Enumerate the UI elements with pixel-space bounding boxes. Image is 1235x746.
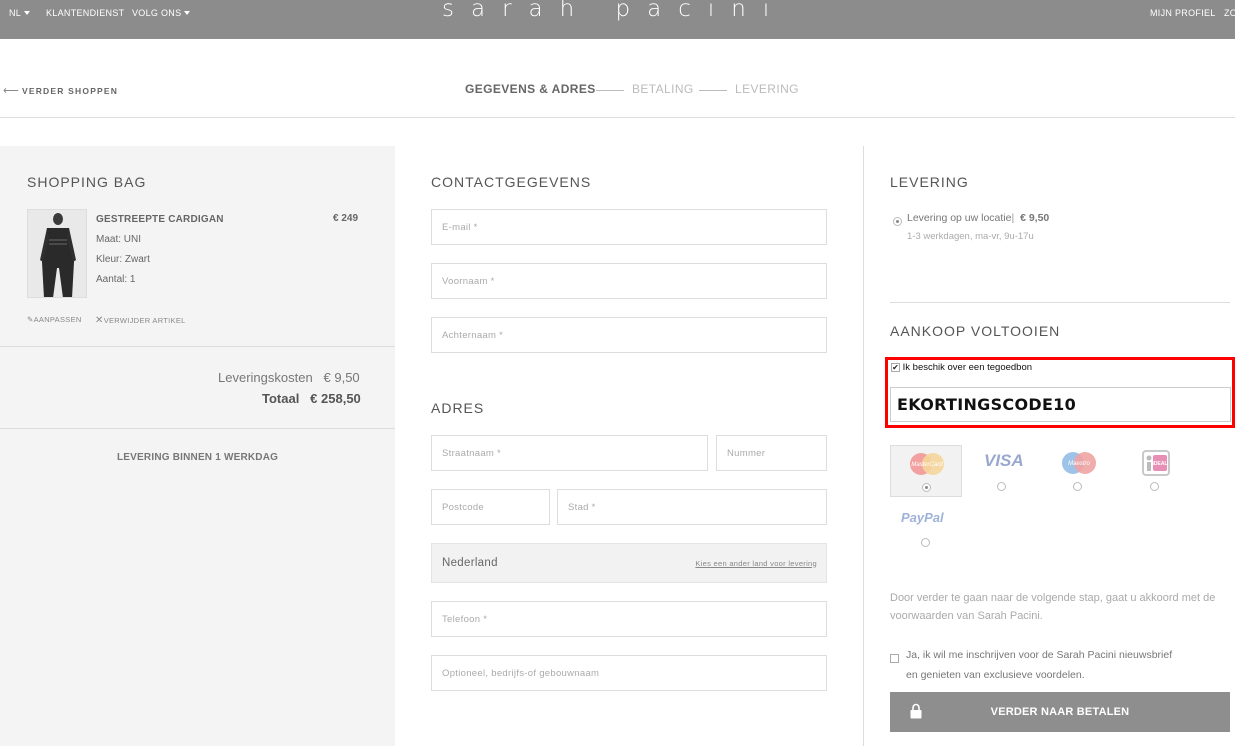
remove-item-label: VERWIJDER ARTIKEL <box>103 316 186 325</box>
language-label: NL <box>9 8 22 18</box>
newsletter-line-1: Ja, ik wil me inschrijven voor de Sarah … <box>906 649 1173 661</box>
newsletter-row[interactable]: Ja, ik wil me inschrijven voor de Sarah … <box>890 645 1230 685</box>
city-field[interactable]: Stad * <box>557 489 827 525</box>
paypal-icon: PayPal <box>901 510 944 525</box>
visa-icon: VISA <box>984 451 1024 470</box>
checkbox-icon[interactable] <box>890 653 899 663</box>
checkout-title: AANKOOP VOLTOOIEN <box>890 323 1061 339</box>
column-divider <box>863 146 864 746</box>
mastercard-icon: MasterCard <box>910 453 944 475</box>
delivery-option-radio[interactable] <box>893 213 902 231</box>
close-icon: ✕ <box>95 315 104 326</box>
language-selector[interactable]: NL <box>9 8 31 18</box>
product-size: Maat: UNI <box>96 234 142 245</box>
voucher-label: Ik beschik over een tegoedbon <box>902 362 1033 373</box>
product-image[interactable] <box>27 209 87 298</box>
radio-icon <box>1150 482 1159 491</box>
terms-text: Door verder te gaan naar de volgende sta… <box>890 592 1216 622</box>
ideal-icon: iDEAL <box>1142 450 1170 476</box>
delivery-option-detail: 1-3 werkdagen, ma-vr, 9u-17u <box>907 231 1034 242</box>
arrow-left-icon: ⟵ <box>3 85 20 97</box>
delivery-option-label: Levering op uw locatie <box>907 212 1012 224</box>
product-name: GESTREEPTE CARDIGAN <box>96 214 224 225</box>
shipping-cost-label: Leveringskosten <box>218 370 313 385</box>
bag-divider <box>0 428 395 429</box>
address-title: ADRES <box>431 400 485 416</box>
total-label: Totaal <box>262 391 300 406</box>
search-link[interactable]: ZO <box>1224 8 1235 18</box>
shopping-bag-panel: SHOPPING BAG GESTREEPTE CARDIGAN € 249 M… <box>0 146 395 746</box>
contact-title: CONTACTGEGEVENS <box>431 174 592 190</box>
delivery-title: LEVERING <box>890 174 969 190</box>
radio-checked-icon <box>922 483 931 492</box>
street-field[interactable]: Straatnaam * <box>431 435 708 471</box>
step-details: GEGEVENS & ADRES <box>465 82 596 96</box>
phone-field[interactable]: Telefoon * <box>431 601 827 637</box>
company-field[interactable]: Optioneel, bedrijfs-of gebouwnaam <box>431 655 827 691</box>
mastercard-text: MasterCard <box>911 462 943 468</box>
header-divider <box>0 117 1235 118</box>
shipping-cost-row: Leveringskosten € 9,50 <box>218 370 360 385</box>
voucher-checkbox-row[interactable]: ✔ Ik beschik over een tegoedbon <box>891 362 1032 373</box>
product-price: € 249 <box>333 213 359 224</box>
pencil-icon: ✎ <box>27 315 34 324</box>
newsletter-line-2: en genieten van exclusieve voordelen. <box>906 669 1085 681</box>
step-divider <box>699 90 727 91</box>
total-row: Totaal € 258,50 <box>262 391 361 406</box>
follow-us-label: VOLG ONS <box>132 8 182 18</box>
maestro-text: Maestro <box>1068 461 1090 467</box>
continue-shopping-link[interactable]: ⟵ VERDER SHOPPEN <box>3 84 118 97</box>
firstname-field[interactable]: Voornaam * <box>431 263 827 299</box>
delivery-option[interactable]: Levering op uw locatie| € 9,50 <box>907 212 1049 224</box>
bag-divider <box>0 346 395 347</box>
ideal-text: iDEAL <box>1153 461 1168 467</box>
customer-service-link[interactable]: KLANTENDIENST <box>46 8 124 18</box>
email-field[interactable]: E-mail * <box>431 209 827 245</box>
country-field: Nederland Kies een ander land voor lever… <box>431 543 827 583</box>
radio-checked-icon <box>893 217 902 226</box>
payment-paypal[interactable]: PayPal <box>890 498 962 550</box>
payment-visa[interactable]: VISA <box>966 445 1038 497</box>
lock-icon <box>910 703 922 719</box>
change-country-link[interactable]: Kies een ander land voor levering <box>695 559 817 568</box>
postcode-field[interactable]: Postcode <box>431 489 550 525</box>
follow-us-menu[interactable]: VOLG ONS <box>132 8 191 18</box>
edit-item-label: AANPASSEN <box>33 315 82 324</box>
payment-mastercard[interactable]: MasterCard <box>890 445 962 497</box>
house-number-field[interactable]: Nummer <box>716 435 827 471</box>
voucher-code-input[interactable]: EKORTINGSCODE10 <box>890 387 1231 422</box>
step-delivery: LEVERING <box>735 82 799 96</box>
lastname-field[interactable]: Achternaam * <box>431 317 827 353</box>
step-payment: BETALING <box>632 82 694 96</box>
continue-shopping-label: VERDER SHOPPEN <box>21 86 119 96</box>
brand-logo[interactable]: sarah pacini <box>442 0 786 22</box>
total-value: € 258,50 <box>310 391 361 406</box>
country-value: Nederland <box>442 557 498 569</box>
continue-to-payment-button[interactable]: VERDER NAAR BETALEN <box>890 692 1230 732</box>
delivery-option-price: € 9,50 <box>1020 212 1050 224</box>
shipping-cost-value: € 9,50 <box>323 370 360 385</box>
product-quantity: Aantal: 1 <box>96 274 136 285</box>
chevron-down-icon <box>184 10 191 15</box>
radio-icon <box>1073 482 1082 491</box>
radio-icon <box>921 538 930 547</box>
my-profile-link[interactable]: MIJN PROFIEL <box>1150 8 1216 18</box>
cardigan-image <box>28 210 86 297</box>
checkbox-checked-icon[interactable]: ✔ <box>891 362 900 372</box>
continue-to-payment-label: VERDER NAAR BETALEN <box>990 706 1130 718</box>
top-bar: NL KLANTENDIENST VOLG ONS sarah pacini M… <box>0 0 1235 39</box>
product-color: Kleur: Zwart <box>96 254 150 265</box>
payment-ideal[interactable]: iDEAL <box>1119 445 1191 497</box>
chevron-down-icon <box>24 10 31 15</box>
shopping-bag-title: SHOPPING BAG <box>27 174 147 190</box>
payment-maestro[interactable]: Maestro <box>1042 445 1114 497</box>
section-divider <box>890 302 1230 303</box>
radio-icon <box>997 482 1006 491</box>
remove-item-button[interactable]: ✕VERWIJDER ARTIKEL <box>95 315 186 326</box>
maestro-icon: Maestro <box>1062 452 1096 474</box>
edit-item-button[interactable]: ✎AANPASSEN <box>27 315 82 324</box>
delivery-note: LEVERING BINNEN 1 WERKDAG <box>117 452 279 463</box>
step-divider <box>596 90 624 91</box>
